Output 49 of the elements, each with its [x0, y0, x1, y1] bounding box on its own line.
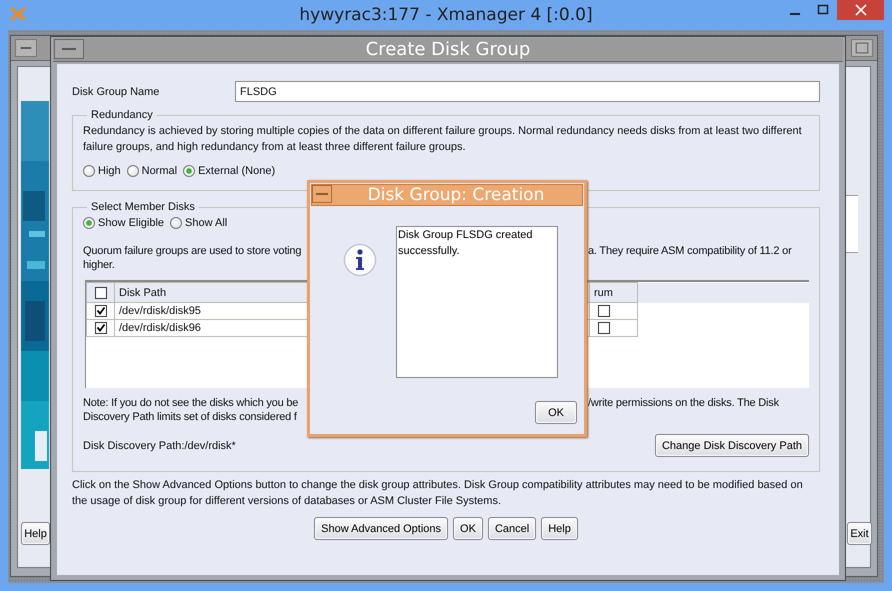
note-text: /write permissions on the disks. The Disk	[588, 396, 779, 410]
ok-button[interactable]: OK	[535, 401, 577, 424]
help-button[interactable]: Help	[541, 517, 578, 540]
radio-label: Show Eligible	[98, 217, 164, 229]
group-label: Select Member Disks	[90, 201, 196, 213]
checkbox[interactable]	[95, 322, 107, 334]
advanced-options-note: Click on the Show Advanced Options button to change the disk group attributes. Disk Group compatibility attributes may need to be modified based on the usage of disk group for different versions of databases or ASM Cluster File Systems.	[72, 478, 804, 509]
info-text: Quorum failure groups are used to store voting	[83, 244, 302, 258]
ok-button[interactable]: OK	[453, 517, 483, 540]
message-text: Disk Group FLSDG created successfully.	[396, 226, 558, 378]
radio-label: Show All	[185, 217, 228, 229]
window-menu-icon[interactable]	[312, 185, 332, 203]
radio-button[interactable]	[170, 217, 182, 229]
column-header: rum	[590, 282, 638, 302]
window-menu-icon[interactable]	[15, 39, 37, 57]
radio-label: High	[98, 165, 121, 177]
exit-button[interactable]: Exit	[847, 522, 872, 545]
name-field[interactable]: FLSDG	[235, 81, 820, 102]
window-menu-icon[interactable]	[54, 39, 84, 59]
cancel-button[interactable]: Cancel	[488, 517, 536, 540]
radio-button[interactable]	[126, 165, 139, 177]
close-icon	[854, 4, 866, 16]
field-label: Disk Group Name	[72, 86, 160, 98]
close-button[interactable]	[837, 0, 884, 20]
checkbox[interactable]	[95, 305, 107, 317]
info-text: higher.	[83, 258, 115, 272]
radio-button[interactable]	[83, 217, 95, 229]
note-text: Note: If you do not see the disks which you be	[83, 396, 298, 410]
quorum-checkbox[interactable]	[598, 305, 610, 317]
advanced-options-button[interactable]: Show Advanced Options	[314, 517, 448, 540]
radio-label: External (None)	[198, 165, 276, 177]
change-path-button[interactable]: Change Disk Discovery Path	[654, 434, 809, 457]
select-all-checkbox[interactable]	[95, 286, 107, 298]
help-button[interactable]: Help	[21, 522, 50, 545]
radio-label: Normal	[142, 165, 178, 177]
radio-button[interactable]	[183, 165, 196, 177]
info-icon	[343, 243, 377, 277]
radio-button[interactable]	[83, 165, 95, 177]
quorum-checkbox[interactable]	[598, 322, 610, 334]
maximize-icon[interactable]	[851, 39, 873, 57]
x-logo-icon	[9, 6, 27, 22]
description-text: Redundancy is achieved by storing multiple copies of the data on different failure groups. Normal redundancy needs disks from at least two different failure groups, and high redundancy from at least three different failure groups.	[83, 124, 803, 155]
group-label: Redundancy	[90, 109, 154, 121]
info-text: a. They require ASM compatibility of 11.2 or	[588, 244, 792, 258]
dialog-title: Disk Group: Creation	[366, 185, 546, 205]
note-text: Discovery Path limits set of disks considered f	[83, 410, 297, 424]
discovery-path-text: Disk Discovery Path:/dev/rdisk*	[83, 440, 236, 452]
window-title: hywyrac3:177 - Xmanager 4 [:0.0]	[298, 5, 594, 25]
dialog-title: Create Disk Group	[364, 39, 532, 60]
